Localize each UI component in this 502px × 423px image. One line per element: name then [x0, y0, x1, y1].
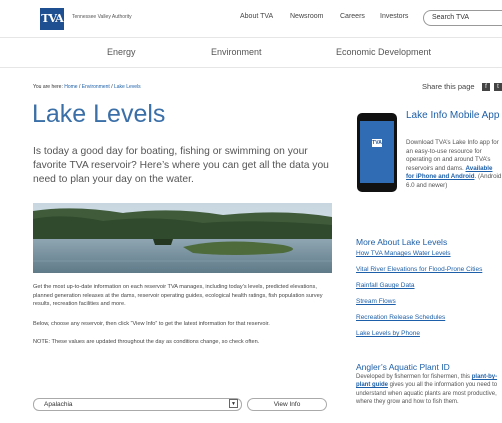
info-paragraph: Get the most up-to-date information on e…	[33, 284, 323, 308]
tva-logo[interactable]: TVA	[40, 8, 64, 30]
reservoir-select[interactable]: Apalachia	[33, 398, 242, 411]
top-bar: TVA Tennessee Valley Authority About TVA…	[0, 0, 502, 38]
link-vital-river-elevations[interactable]: Vital River Elevations for Flood-Prone C…	[356, 266, 482, 273]
intro-text: Is today a good day for boating, fishing…	[33, 146, 329, 185]
main-nav-economic-development[interactable]: Economic Development	[336, 47, 431, 57]
nav-careers[interactable]: Careers	[340, 13, 365, 20]
breadcrumb-home[interactable]: Home	[64, 84, 77, 90]
lake-photo-image	[33, 203, 332, 273]
note-paragraph: NOTE: These values are updated throughou…	[33, 339, 260, 345]
page-title: Lake Levels	[32, 100, 166, 128]
org-name: Tennessee Valley Authority	[72, 14, 132, 20]
breadcrumb-lake-levels[interactable]: Lake Levels	[114, 84, 141, 90]
main-nav: Energy Environment Economic Development	[0, 38, 502, 68]
phone-screen: TVA	[360, 121, 394, 183]
instruction-paragraph: Below, choose any reservoir, then click …	[33, 321, 270, 327]
phone-image: TVA	[357, 113, 397, 192]
breadcrumb-environment[interactable]: Environment	[82, 84, 110, 90]
mobile-app-title: Lake Info Mobile App	[406, 110, 500, 121]
twitter-icon[interactable]: t	[494, 83, 502, 91]
breadcrumb: You are here: Home / Environment / Lake …	[33, 84, 141, 90]
breadcrumb-separator: /	[78, 84, 81, 90]
nav-investors[interactable]: Investors	[380, 13, 408, 20]
main-nav-environment[interactable]: Environment	[211, 47, 262, 57]
phone-logo: TVA	[372, 139, 382, 147]
link-stream-flows[interactable]: Stream Flows	[356, 298, 396, 305]
main-nav-energy[interactable]: Energy	[107, 47, 136, 57]
breadcrumb-separator: /	[111, 84, 113, 90]
link-rainfall-gauge[interactable]: Rainfall Gauge Data	[356, 282, 415, 289]
more-about-heading: More About Lake Levels	[356, 237, 448, 247]
anglers-text-before: Developed by fishermen for fishermen, th…	[356, 374, 471, 380]
view-info-button[interactable]: View Info	[247, 398, 327, 411]
mobile-app-description: Download TVA’s Lake Info app for an easy…	[406, 139, 502, 191]
link-recreation-release[interactable]: Recreation Release Schedules	[356, 314, 445, 321]
link-lake-levels-phone[interactable]: Lake Levels by Phone	[356, 330, 420, 337]
nav-about-tva[interactable]: About TVA	[240, 13, 273, 20]
anglers-text: Developed by fishermen for fishermen, th…	[356, 373, 502, 407]
breadcrumb-prefix: You are here:	[33, 84, 63, 90]
lake-photo	[33, 203, 332, 273]
link-how-tva-manages[interactable]: How TVA Manages Water Levels	[356, 250, 451, 257]
facebook-icon[interactable]: f	[482, 83, 490, 91]
nav-newsroom[interactable]: Newsroom	[290, 13, 323, 20]
share-label: Share this page	[422, 82, 475, 91]
chevron-down-icon[interactable]: ▼	[229, 399, 238, 408]
search-input[interactable]: Search TVA	[423, 10, 502, 26]
anglers-heading: Angler’s Aquatic Plant ID	[356, 362, 450, 372]
